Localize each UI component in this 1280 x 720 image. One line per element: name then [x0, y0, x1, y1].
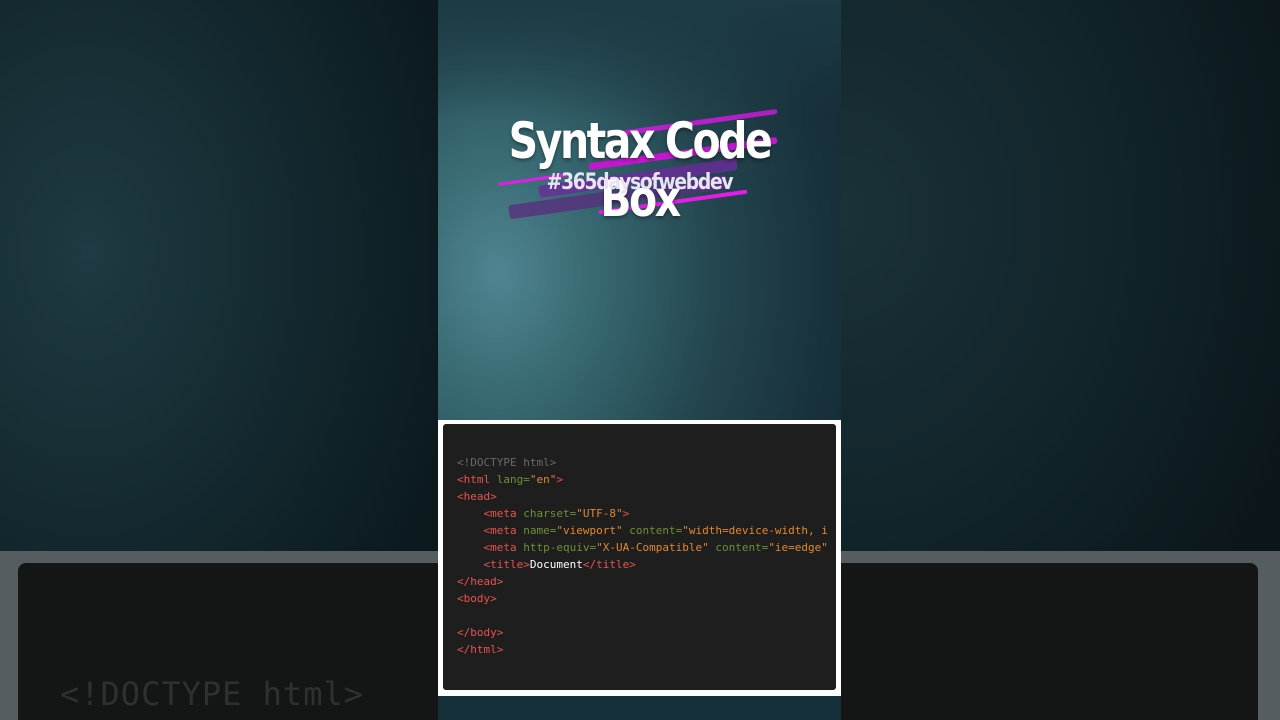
code-token: "UTF-8"	[576, 507, 623, 520]
code-token: "en"	[529, 473, 557, 486]
code-line: </head>	[457, 573, 828, 590]
video-frame: <!DOCTYPE html> Syntax Code Box #365days…	[0, 0, 1280, 720]
code-token: <meta	[483, 524, 524, 537]
code-token: <body>	[457, 592, 497, 605]
hashtag-label: #365daysofwebdev	[546, 170, 734, 195]
code-token: content=	[622, 524, 683, 537]
code-token: <!DOCTYPE html>	[457, 456, 557, 469]
code-token: >	[622, 507, 630, 520]
code-line: <body>	[457, 590, 828, 607]
code-token: charset=	[523, 507, 577, 520]
code-token: "viewport"	[556, 524, 623, 537]
blurred-code-panel-right	[841, 551, 1280, 720]
code-token: <title>	[483, 558, 530, 571]
blurred-doctype-text: <!DOCTYPE html>	[60, 675, 364, 713]
code-line: <head>	[457, 488, 828, 505]
code-line: <meta http-equiv="X-UA-Compatible" conte…	[457, 539, 828, 556]
code-token: Document	[529, 558, 583, 571]
code-token: </html>	[457, 643, 504, 656]
code-token: lang=	[496, 473, 530, 486]
code-token: name=	[523, 524, 557, 537]
code-line: <title>Document</title>	[457, 556, 828, 573]
code-box: <!DOCTYPE html> <html lang="en"> <head> <m…	[443, 424, 836, 690]
code-token: "ie=edge"	[768, 541, 828, 554]
code-token: "width=device-width, i	[682, 524, 828, 537]
code-token: <meta	[483, 541, 524, 554]
code-line: <meta name="viewport" content="width=dev…	[457, 522, 828, 539]
code-token: >	[556, 473, 563, 486]
code-token: <meta	[483, 507, 524, 520]
code-token: http-equiv=	[523, 541, 597, 554]
code-line: </body>	[457, 624, 828, 641]
code-line: <!DOCTYPE html>	[457, 454, 828, 471]
code-line: <html lang="en">	[457, 471, 828, 488]
blurred-code-panel-left: <!DOCTYPE html>	[0, 551, 438, 720]
code-token: </head>	[457, 575, 504, 588]
code-listing: <!DOCTYPE html> <html lang="en"> <head> <m…	[457, 454, 828, 658]
code-box-frame: <!DOCTYPE html> <html lang="en"> <head> <m…	[438, 420, 841, 696]
code-token: </body>	[457, 626, 504, 639]
code-line: <meta charset="UTF-8">	[457, 505, 828, 522]
code-line: </html>	[457, 641, 828, 658]
code-token: </title>	[582, 558, 636, 571]
code-token: "X-UA-Compatible"	[596, 541, 709, 554]
code-token: <html	[457, 473, 497, 486]
code-token: <head>	[457, 490, 497, 503]
code-token: content=	[708, 541, 769, 554]
